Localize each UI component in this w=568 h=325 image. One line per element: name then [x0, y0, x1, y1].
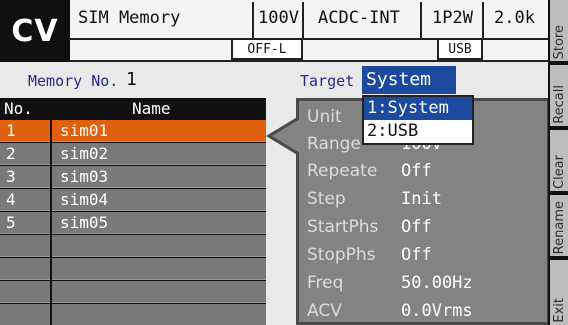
step-value: Init	[401, 189, 442, 209]
table-row[interactable]: 4 sim04	[0, 189, 266, 211]
voltage-range: 100V	[258, 8, 299, 28]
repeat-value: Off	[401, 161, 432, 181]
row-number: 4	[0, 189, 52, 211]
table-header: No. Name	[0, 98, 266, 120]
frequency-indicator: 2.0k	[494, 8, 535, 28]
header-divider	[482, 2, 484, 38]
column-header-name: Name	[132, 99, 171, 118]
recall-softkey[interactable]: Recall	[550, 65, 568, 126]
screen-title: SIM Memory	[78, 8, 181, 28]
repeat-label: Repeate	[307, 161, 378, 181]
table-row[interactable]: 3 sim03	[0, 166, 266, 188]
acv-value: 0.0Vrms	[401, 301, 473, 321]
output-status-badge: OFF-L	[231, 40, 303, 60]
mode-indicator: CV	[0, 0, 70, 62]
target-select[interactable]: System	[362, 66, 456, 94]
row-name: sim05	[60, 213, 109, 232]
start-phase-value: Off	[401, 217, 432, 237]
column-header-no: No.	[4, 99, 33, 118]
start-phase-label: StartPhs	[307, 217, 379, 237]
range-label: Range	[307, 134, 361, 154]
rename-softkey-label: Rename	[552, 200, 567, 254]
stop-phase-label: StopPhs	[307, 245, 376, 265]
table-row[interactable]: 1 sim01	[0, 120, 266, 142]
target-option-usb[interactable]: 2:USB	[364, 120, 472, 143]
unit-label: Unit	[307, 107, 342, 127]
row-number: 3	[0, 166, 52, 188]
store-softkey[interactable]: Store	[550, 0, 568, 61]
store-softkey-label: Store	[552, 24, 567, 59]
row-name: sim03	[60, 167, 109, 186]
header-divider	[252, 2, 254, 38]
table-row[interactable]: 5 sim05	[0, 212, 266, 234]
interface-badge: USB	[437, 40, 483, 60]
exit-softkey[interactable]: Exit	[550, 260, 568, 325]
target-option-system[interactable]: 1:System	[364, 97, 472, 120]
sim-memory-screen: CV SIM Memory 100V ACDC-INT 1P2W 2.0k OF…	[0, 0, 568, 325]
step-label: Step	[307, 189, 346, 209]
row-number: 1	[0, 120, 52, 142]
clear-softkey[interactable]: Clear	[550, 130, 568, 191]
header-divider	[420, 2, 422, 38]
empty-table-row[interactable]	[0, 304, 266, 325]
target-dropdown-list: 1:System 2:USB	[362, 95, 474, 145]
clear-softkey-label: Clear	[552, 155, 567, 189]
exit-softkey-label: Exit	[552, 298, 567, 323]
row-name: sim01	[60, 121, 109, 140]
row-name: sim04	[60, 190, 109, 209]
header-divider	[302, 2, 304, 38]
table-row[interactable]: 2 sim02	[0, 143, 266, 165]
memory-number-value: 1	[126, 69, 137, 90]
memory-number-label: Memory No.	[28, 72, 119, 90]
wiring-mode: 1P2W	[432, 8, 473, 28]
frequency-label: Freq	[307, 273, 344, 293]
row-number: 2	[0, 143, 52, 165]
row-number: 5	[0, 212, 52, 234]
status-header: CV SIM Memory 100V ACDC-INT 1P2W 2.0k OF…	[0, 0, 548, 62]
empty-table-row[interactable]	[0, 258, 266, 280]
stop-phase-value: Off	[401, 245, 432, 265]
acv-label: ACV	[307, 301, 342, 321]
output-mode: ACDC-INT	[318, 8, 400, 28]
rename-softkey[interactable]: Rename	[550, 195, 568, 256]
recall-softkey-label: Recall	[552, 85, 567, 124]
target-label: Target	[300, 72, 355, 90]
empty-table-row[interactable]	[0, 235, 266, 257]
panel-pointer-fill	[272, 119, 300, 153]
empty-table-row[interactable]	[0, 281, 266, 303]
memory-table: No. Name 1 sim01 2 sim02 3 sim03 4 sim04…	[0, 98, 266, 325]
frequency-value: 50.00Hz	[401, 273, 473, 293]
softkey-bar: Store Recall Clear Rename Exit	[548, 0, 568, 325]
row-name: sim02	[60, 144, 109, 163]
